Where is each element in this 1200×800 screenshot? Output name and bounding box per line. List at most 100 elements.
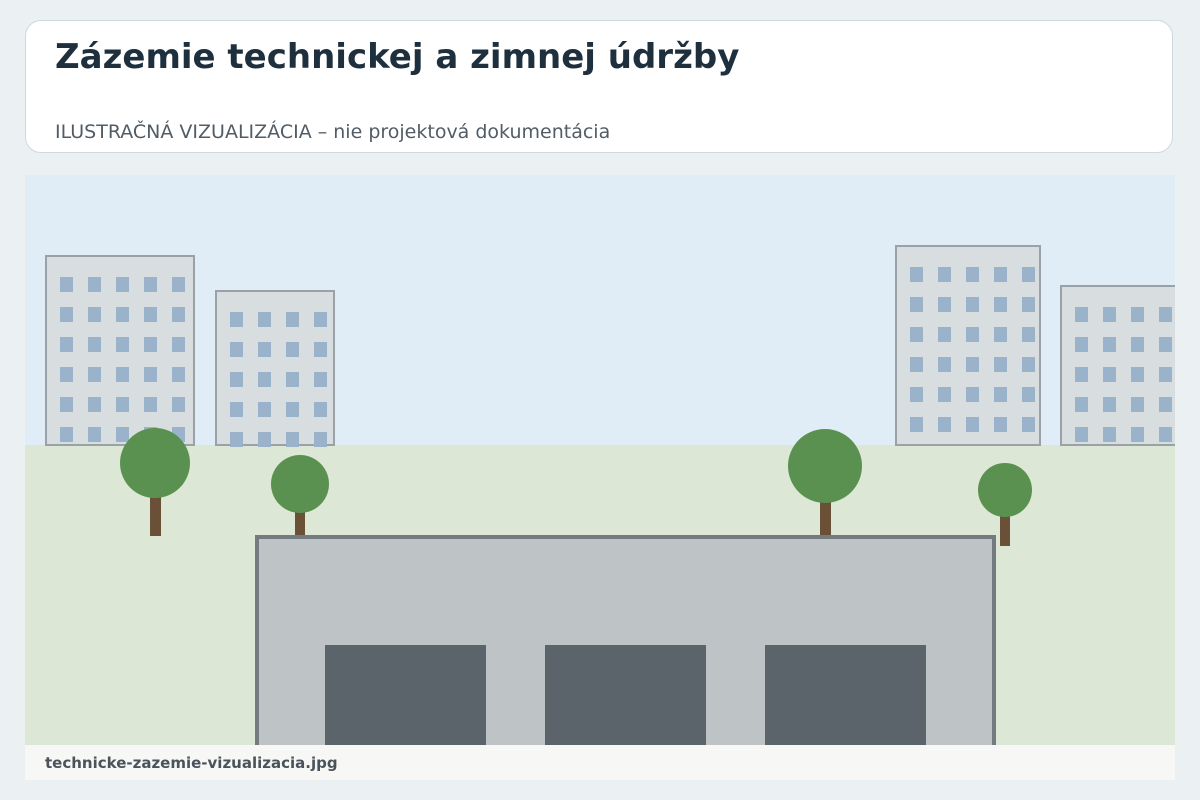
window-icon	[230, 372, 243, 387]
window-icon	[910, 267, 923, 282]
apartment-building-icon	[45, 255, 195, 446]
window-icon	[144, 277, 157, 292]
window-icon	[116, 307, 129, 322]
window-icon	[966, 327, 979, 342]
garage-door-icon	[765, 645, 926, 745]
window-icon	[1022, 327, 1035, 342]
window-icon	[910, 357, 923, 372]
window-icon	[258, 312, 271, 327]
garage-building-icon	[255, 535, 996, 745]
image-caption-bar: technicke-zazemie-vizualizacia.jpg	[25, 745, 1175, 780]
window-icon	[1075, 337, 1088, 352]
window-icon	[1103, 307, 1116, 322]
window-icon	[966, 267, 979, 282]
page-title: Zázemie technickej a zimnej údržby	[55, 37, 740, 77]
window-icon	[1131, 337, 1144, 352]
window-icon	[314, 342, 327, 357]
header-card: Zázemie technickej a zimnej údržby ILUST…	[25, 20, 1173, 153]
window-icon	[994, 297, 1007, 312]
window-icon	[966, 357, 979, 372]
apartment-building-icon	[895, 245, 1041, 446]
window-icon	[88, 367, 101, 382]
window-icon	[1022, 267, 1035, 282]
window-icon	[172, 307, 185, 322]
window-icon	[144, 367, 157, 382]
window-icon	[910, 327, 923, 342]
window-icon	[172, 397, 185, 412]
window-icon	[1131, 397, 1144, 412]
window-icon	[910, 297, 923, 312]
apartment-building-icon	[215, 290, 335, 447]
window-icon	[286, 372, 299, 387]
window-icon	[910, 417, 923, 432]
window-icon	[144, 307, 157, 322]
window-icon	[1022, 417, 1035, 432]
window-icon	[230, 402, 243, 417]
window-icon	[88, 397, 101, 412]
window-icon	[994, 327, 1007, 342]
illustration-svg	[25, 175, 1175, 745]
window-icon	[258, 402, 271, 417]
window-icon	[938, 267, 951, 282]
window-icon	[60, 397, 73, 412]
window-icon	[116, 277, 129, 292]
window-icon	[314, 372, 327, 387]
window-icon	[172, 367, 185, 382]
window-icon	[994, 417, 1007, 432]
window-icon	[938, 357, 951, 372]
window-icon	[966, 387, 979, 402]
window-icon	[966, 417, 979, 432]
window-icon	[938, 417, 951, 432]
window-icon	[116, 427, 129, 442]
window-icon	[1131, 427, 1144, 442]
window-icon	[1159, 337, 1172, 352]
window-icon	[88, 427, 101, 442]
window-icon	[172, 337, 185, 352]
window-icon	[1131, 367, 1144, 382]
window-icon	[116, 397, 129, 412]
window-icon	[144, 397, 157, 412]
window-icon	[1103, 367, 1116, 382]
window-icon	[1075, 307, 1088, 322]
window-icon	[314, 402, 327, 417]
garage-door-icon	[325, 645, 486, 745]
window-icon	[286, 342, 299, 357]
window-icon	[1159, 397, 1172, 412]
window-icon	[1159, 427, 1172, 442]
window-icon	[60, 427, 73, 442]
window-icon	[230, 432, 243, 447]
window-icon	[314, 432, 327, 447]
page-subtitle: ILUSTRAČNÁ VIZUALIZÁCIA – nie projektová…	[55, 121, 611, 143]
window-icon	[258, 432, 271, 447]
window-icon	[88, 337, 101, 352]
window-icon	[60, 337, 73, 352]
window-icon	[1103, 397, 1116, 412]
window-icon	[88, 277, 101, 292]
window-icon	[1022, 297, 1035, 312]
window-icon	[314, 312, 327, 327]
window-icon	[938, 297, 951, 312]
window-icon	[1131, 307, 1144, 322]
window-icon	[1159, 367, 1172, 382]
apartment-building-icon	[1060, 285, 1175, 446]
window-icon	[144, 337, 157, 352]
window-icon	[60, 307, 73, 322]
window-icon	[116, 337, 129, 352]
window-icon	[994, 267, 1007, 282]
window-icon	[1022, 357, 1035, 372]
window-icon	[230, 312, 243, 327]
window-icon	[1022, 387, 1035, 402]
garage-door-icon	[545, 645, 706, 745]
window-icon	[994, 357, 1007, 372]
window-icon	[1103, 427, 1116, 442]
illustration-image	[25, 175, 1175, 745]
window-icon	[966, 297, 979, 312]
window-icon	[286, 402, 299, 417]
window-icon	[1075, 367, 1088, 382]
window-icon	[1075, 397, 1088, 412]
window-icon	[286, 432, 299, 447]
window-icon	[1159, 307, 1172, 322]
window-icon	[994, 387, 1007, 402]
window-icon	[230, 342, 243, 357]
window-icon	[938, 327, 951, 342]
